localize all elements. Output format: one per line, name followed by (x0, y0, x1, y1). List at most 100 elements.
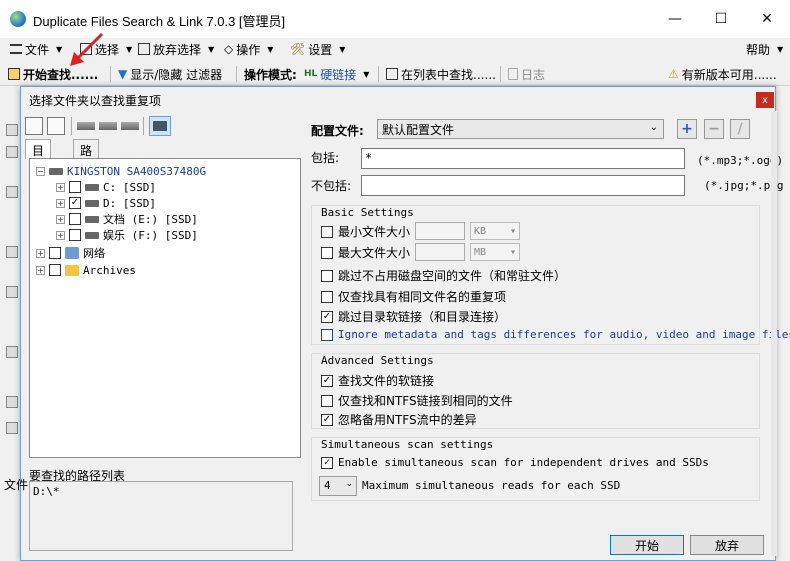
menu-abandon-select[interactable]: 放弃选择 ▼ (138, 41, 214, 57)
check-all-icon[interactable] (47, 117, 65, 135)
group-title: Advanced Settings (321, 354, 434, 367)
dialog-close-button[interactable]: x (756, 92, 774, 108)
tool-icon[interactable] (6, 146, 18, 158)
tool-icon[interactable] (6, 346, 18, 358)
cancel-button[interactable]: 放弃 (690, 535, 764, 555)
min-size-input[interactable] (415, 222, 465, 240)
drive-checkbox[interactable] (69, 229, 81, 241)
config-file-select[interactable]: 默认配置文件 ⌄ (377, 119, 664, 139)
network-checkbox[interactable] (49, 247, 61, 259)
drive-checkbox[interactable] (69, 181, 81, 193)
max-size-option[interactable]: 最大文件大小 (321, 244, 410, 261)
find-in-list-button[interactable]: 在列表中查找...... (386, 66, 496, 82)
tree-node-archives[interactable]: + Archives (36, 262, 136, 278)
drive-network-icon[interactable] (99, 122, 117, 130)
network-icon (65, 247, 79, 259)
find-symlinks-checkbox[interactable]: ✓ (321, 374, 333, 387)
max-size-input[interactable] (415, 243, 465, 261)
archives-checkbox[interactable] (49, 264, 61, 276)
tool-icon[interactable] (6, 422, 18, 434)
drive-icon (85, 231, 99, 239)
tool-icon[interactable] (6, 286, 18, 298)
config-file-label: 配置文件: (311, 124, 364, 138)
same-name-option[interactable]: 仅查找具有相同文件名的重复项 (321, 288, 506, 305)
close-window-button[interactable]: ✕ (744, 0, 790, 38)
ntfs-links-option[interactable]: 仅查找和NTFS链接到相同的文件 (321, 392, 513, 409)
include-input[interactable]: * (361, 148, 685, 169)
disk-icon (49, 167, 63, 175)
toolbar-divider (143, 117, 144, 135)
tree-node-network[interactable]: + 网络 (36, 245, 105, 261)
view-toggle-button[interactable] (149, 116, 171, 136)
menu-help[interactable]: 帮助 ▼ (746, 41, 783, 57)
drive-icon (85, 199, 99, 207)
enable-simultaneous-option[interactable]: ✓ Enable simultaneous scan for independe… (321, 456, 709, 469)
log-button[interactable]: 日志 (508, 66, 545, 82)
tree-node-drive[interactable]: + 娱乐 (F:) [SSD] (56, 227, 198, 243)
max-reads-select[interactable]: 4 ⌄ (319, 476, 357, 496)
skip-no-space-option[interactable]: 跳过不占用磁盘空间的文件（和常驻文件） (321, 267, 566, 284)
main-file-tab-label: 文件 (4, 478, 29, 492)
expand-icon[interactable]: + (56, 230, 65, 240)
hardlink-mode-dropdown[interactable]: HL 硬链接 ▼ (304, 66, 369, 82)
menu-file[interactable]: 文件 ▼ (10, 41, 62, 57)
maximize-button[interactable]: ☐ (698, 0, 744, 38)
tool-icon[interactable] (6, 246, 18, 258)
tab-directory-tree[interactable]: 目录树 (25, 139, 52, 192)
new-version-button[interactable]: ⚠ 有新版本可用...... (668, 66, 777, 82)
add-config-button[interactable]: + (677, 119, 697, 139)
tree-node-drive[interactable]: + 文档 (E:) [SSD] (56, 211, 198, 227)
ignore-ads-checkbox[interactable]: ✓ (321, 413, 333, 426)
same-name-checkbox[interactable] (321, 290, 333, 303)
vertical-scrollbar[interactable] (771, 111, 777, 556)
find-symlinks-option[interactable]: ✓ 查找文件的软链接 (321, 372, 434, 389)
collapse-icon[interactable]: − (36, 166, 45, 176)
skip-no-space-checkbox[interactable] (321, 269, 333, 282)
min-size-checkbox[interactable] (321, 225, 333, 238)
menu-operate[interactable]: ◇ 操作 ▼ (224, 41, 273, 57)
drive-icon[interactable] (77, 122, 95, 130)
expand-icon[interactable]: + (56, 182, 65, 192)
expand-icon[interactable]: + (36, 248, 45, 258)
tool-icon[interactable] (6, 186, 18, 198)
toggle-filter-button[interactable]: ▼ 显示/隐藏 过滤器 (118, 66, 222, 82)
tree-node-drive[interactable]: + ✓ D: [SSD] (56, 195, 156, 211)
minimize-button[interactable]: — (652, 0, 698, 38)
log-icon (508, 68, 518, 80)
start-button[interactable]: 开始 (610, 535, 684, 555)
min-size-option[interactable]: 最小文件大小 (321, 223, 410, 240)
max-size-unit-select[interactable]: MB ▾ (470, 243, 520, 261)
max-size-checkbox[interactable] (321, 246, 333, 259)
caret-down-icon: ▼ (339, 44, 346, 54)
exclude-label: 不包括: (311, 179, 352, 193)
drive-checkbox[interactable]: ✓ (69, 197, 81, 209)
expand-icon[interactable]: + (56, 198, 65, 208)
remove-config-button[interactable]: − (704, 119, 724, 139)
caret-down-icon: ▼ (208, 44, 215, 54)
tab-paths[interactable]: 路径 (73, 139, 100, 175)
expand-icon[interactable]: + (36, 265, 45, 275)
drive-removable-icon[interactable] (121, 122, 139, 130)
ignore-metadata-option[interactable]: Ignore metadata and tags differences for… (321, 328, 790, 341)
min-size-unit-select[interactable]: KB ▾ (470, 222, 520, 240)
max-reads-label: Maximum simultaneous reads for each SSD (362, 479, 621, 492)
tree-node-drive[interactable]: + C: [SSD] (56, 179, 156, 195)
expand-icon[interactable]: + (56, 214, 65, 224)
enable-simultaneous-checkbox[interactable]: ✓ (321, 456, 333, 469)
edit-config-button[interactable]: ∕ (730, 119, 750, 139)
tree-node-root[interactable]: − KINGSTON SA400S37480G (36, 163, 206, 179)
ignore-ads-option[interactable]: ✓ 忽略备用NTFS流中的差异 (321, 411, 477, 428)
operation-mode-label: 操作模式: (244, 67, 297, 82)
drive-checkbox[interactable] (69, 213, 81, 225)
skip-dir-links-option[interactable]: ✓ 跳过目录软链接（和目录连接） (321, 308, 506, 325)
monitor-icon (153, 121, 167, 131)
exclude-input[interactable] (361, 175, 685, 196)
ignore-metadata-checkbox[interactable] (321, 328, 333, 341)
path-list[interactable]: D:\* (29, 481, 293, 551)
copy-icon[interactable] (25, 117, 43, 135)
tool-icon[interactable] (6, 396, 18, 408)
menu-settings[interactable]: 🛠 设置 ▼ (290, 41, 345, 57)
skip-dir-links-checkbox[interactable]: ✓ (321, 310, 333, 323)
tool-icon[interactable] (6, 124, 18, 136)
ntfs-links-checkbox[interactable] (321, 394, 333, 407)
